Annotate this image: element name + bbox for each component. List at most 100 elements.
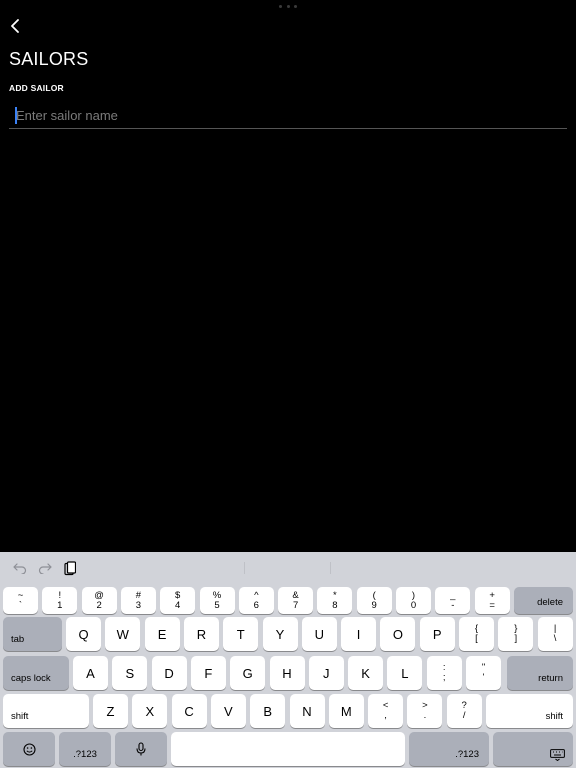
numbers-right-key[interactable]: .?123 [409,732,489,766]
key-symbol[interactable]: >. [407,694,443,728]
key-top-label: % [212,589,222,601]
add-sailor-label: ADD SAILOR [9,83,64,93]
key-top-label: ) [411,589,416,601]
key-letter[interactable]: R [183,617,219,651]
key-bottom-label: = [489,599,495,611]
numbers-right-key-label: .?123 [455,749,479,760]
key-symbol[interactable]: " ' [466,656,501,690]
multitasking-grabber[interactable] [279,5,297,8]
key-bottom-label: 3 [135,599,142,611]
key-bottom-label: 8 [332,599,338,611]
key-letter[interactable]: V [210,694,246,728]
key-letter[interactable]: K [348,656,384,690]
key-number-6[interactable]: ^ 6 [238,587,274,614]
key-letter[interactable]: O [380,617,416,651]
key-letter[interactable]: C [171,694,207,728]
redo-button[interactable] [36,558,54,578]
key-symbol[interactable]: | \ [537,617,573,651]
key-bottom-label: ; [442,672,446,683]
key-top-label: ~ [17,589,24,601]
key-number-11[interactable]: _ - [435,587,471,614]
key-label: R [196,626,207,642]
back-button[interactable] [4,14,26,38]
dismiss-keyboard-key[interactable] [493,732,573,766]
key-number-9[interactable]: (9 [356,587,392,614]
key-label: U [314,626,324,642]
key-letter[interactable]: H [269,656,305,690]
return-key-label: return [538,673,563,684]
key-symbol[interactable]: <, [368,694,404,728]
key-symbol[interactable]: {[ [459,617,494,651]
key-label: V [224,703,233,719]
key-letter[interactable]: D [151,656,187,690]
key-top-label: ! [58,589,62,601]
key-letter[interactable]: L [387,656,423,690]
key-label: G [242,665,253,681]
key-symbol[interactable]: ? / [446,694,482,728]
key-letter[interactable]: X [132,694,168,728]
key-bottom-label: [ [475,633,478,644]
key-number-1[interactable]: ! 1 [42,587,78,614]
undo-button[interactable] [11,558,29,578]
key-letter[interactable]: N [289,694,325,728]
key-letter[interactable]: W [105,617,141,651]
caps-lock-key[interactable]: caps lock [3,656,69,690]
key-number-5[interactable]: % 5 [199,587,235,614]
page-title: SAILORS [9,49,89,69]
key-label: T [236,626,245,642]
key-symbol[interactable]: :; [426,656,462,690]
key-letter[interactable]: F [190,656,226,690]
tab-key[interactable]: tab [3,617,62,651]
emoji-key[interactable] [3,732,55,766]
sailor-name-field[interactable] [9,103,567,129]
numbers-left-key[interactable]: .?123 [59,732,111,766]
dictation-key[interactable] [115,732,167,766]
emoji-icon [22,742,36,756]
key-bottom-label: ] [514,633,518,644]
key-letter[interactable]: M [328,694,364,728]
key-symbol[interactable]: }] [498,617,534,651]
key-letter[interactable]: E [144,617,180,651]
key-label: L [401,665,409,681]
key-letter[interactable]: U [301,617,337,651]
paste-button[interactable] [61,558,79,578]
key-letter[interactable]: G [230,656,266,690]
key-label: E [157,626,167,642]
microphone-icon [136,742,146,756]
key-letter[interactable]: B [250,694,286,728]
shift-left-key[interactable]: shift [3,694,89,728]
key-number-3[interactable]: #3 [120,587,156,614]
key-label: M [340,703,352,719]
key-number-0[interactable]: ~ ` [3,587,38,614]
key-label: P [432,626,442,642]
key-letter[interactable]: Q [66,617,101,651]
key-letter[interactable]: P [419,617,455,651]
key-number-7[interactable]: & 7 [278,587,314,614]
sailor-name-input[interactable] [9,103,567,127]
key-top-label: $ [175,589,181,601]
key-number-4[interactable]: $4 [160,587,196,614]
shortcut-divider [330,562,331,574]
key-letter[interactable]: I [341,617,377,651]
key-label: J [323,665,330,681]
key-letter[interactable]: T [223,617,259,651]
key-letter[interactable]: S [112,656,148,690]
key-number-8[interactable]: * 8 [317,587,353,614]
tab-key-label: tab [11,634,25,645]
space-bar[interactable] [171,732,405,766]
key-letter[interactable]: Z [93,694,128,728]
key-bottom-label: - [451,599,455,611]
shift-right-key[interactable]: shift [486,694,573,728]
delete-key[interactable]: delete [514,587,573,614]
chevron-left-icon [11,19,19,33]
key-number-2[interactable]: @2 [81,587,117,614]
key-number-10[interactable]: ) 0 [396,587,431,614]
key-letter[interactable]: Y [262,617,298,651]
key-label: O [392,626,403,642]
key-number-12[interactable]: + = [474,587,510,614]
key-bottom-label: . [423,710,427,721]
key-letter[interactable]: A [73,656,108,690]
key-bottom-label: 4 [175,599,181,611]
key-letter[interactable]: J [308,656,344,690]
return-key[interactable]: return [507,656,573,690]
